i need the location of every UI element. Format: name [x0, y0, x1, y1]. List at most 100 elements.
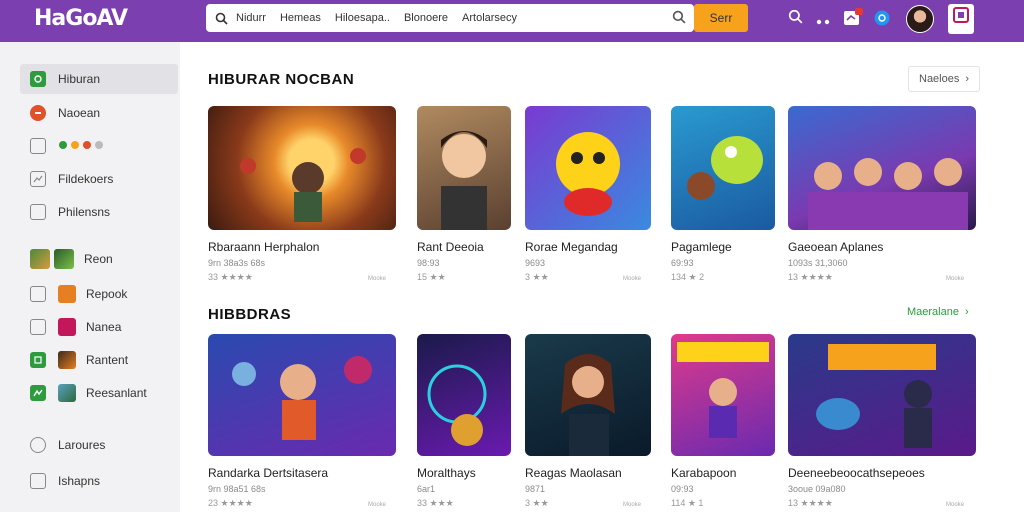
help-icon[interactable] — [874, 10, 890, 31]
app-meta: 9871 — [525, 484, 546, 494]
search-term[interactable]: Nidurr — [236, 12, 266, 24]
app-thumbnail — [208, 106, 396, 230]
sidebar-item-hiburan[interactable]: Hiburan — [20, 64, 178, 94]
search-term[interactable]: Artolarsecy — [462, 12, 517, 24]
app-name: Pagamlege — [671, 240, 732, 254]
app-name: Rorae Megandag — [525, 240, 618, 254]
media-icon — [30, 319, 46, 335]
more-icon[interactable] — [816, 13, 830, 31]
puzzle-icon — [30, 385, 46, 401]
app-rating: 15 ★★ — [417, 272, 446, 282]
search-submit-icon[interactable] — [672, 10, 686, 29]
notification-icon[interactable] — [843, 8, 863, 33]
search-term[interactable]: Hemeas — [280, 12, 321, 24]
search-button[interactable]: Serr — [694, 4, 748, 32]
sidebar-item-label: Laroures — [58, 438, 106, 452]
app-meta: 6ar1 — [417, 484, 436, 494]
app-name: Gaeoean Aplanes — [788, 240, 884, 254]
color-dots — [58, 139, 106, 153]
apps-icon[interactable] — [948, 4, 974, 34]
settings-icon — [30, 437, 46, 453]
app-card[interactable]: Karabapoon 09:93 114 ★ 1 — [671, 334, 775, 510]
app-thumbnail — [417, 334, 511, 456]
app-rating: 23 ★★★★ — [208, 498, 253, 508]
app-tag: Mooke — [368, 502, 387, 508]
app-rating: 134 ★ 2 — [671, 272, 705, 282]
sidebar-item-label: Reesanlant — [86, 386, 147, 400]
app-thumbnail — [525, 106, 651, 230]
app-name: Randarka Dertsitasera — [208, 466, 329, 480]
image-icon — [30, 171, 46, 187]
user-avatar[interactable] — [906, 5, 934, 33]
app-card[interactable]: Rorae Megandag 9693 3 ★★ Mooke — [525, 106, 651, 286]
sidebar-item-repook[interactable]: Repook — [20, 279, 178, 309]
app-name: Reagas Maolasan — [525, 466, 622, 480]
app-meta: 09:93 — [671, 484, 694, 494]
search-term[interactable]: Blonoere — [404, 12, 448, 24]
search-icon[interactable] — [788, 9, 803, 29]
sidebar: Hiburan Naoean Fildekoers Philensns Reon… — [0, 42, 180, 512]
app-thumb-icon — [58, 351, 76, 369]
app-card[interactable]: Pagamlege 69:93 134 ★ 2 — [671, 106, 775, 286]
search-term[interactable]: Hiloesapa.. — [335, 12, 390, 24]
sidebar-item-label: Naoean — [58, 106, 101, 120]
sidebar-item-label: Hiburan — [58, 72, 101, 86]
thumb-icon — [30, 249, 50, 269]
sidebar-item-rantent[interactable]: Rantent — [20, 345, 178, 375]
see-more-button[interactable]: Naeloes › — [908, 66, 981, 92]
app-meta: 69:93 — [671, 258, 694, 268]
app-icon — [30, 352, 46, 368]
sidebar-item-fildekoers[interactable]: Fildekoers — [20, 164, 178, 194]
app-meta: 9rn 98a51 68s — [208, 484, 266, 494]
app-card[interactable]: Rant Deeoia 98:93 15 ★★ — [417, 106, 511, 286]
book-icon — [30, 286, 46, 302]
app-thumbnail — [525, 334, 651, 456]
app-thumbnail — [671, 106, 775, 230]
app-name: Rbaraann Herphalon — [208, 240, 320, 254]
app-rating: 114 ★ 1 — [671, 498, 704, 508]
app-card[interactable]: Deeneebeoocathsepeoes 3ooue 09a080 13 ★★… — [788, 334, 976, 510]
app-logo[interactable]: HaGoAV — [34, 6, 128, 31]
app-card[interactable]: Reagas Maolasan 9871 3 ★★ Mooke — [525, 334, 651, 510]
chevron-right-icon: › — [964, 306, 969, 318]
app-card[interactable]: Randarka Dertsitasera 9rn 98a51 68s 23 ★… — [208, 334, 396, 510]
search-icon — [206, 12, 236, 25]
app-rating: 3 ★★ — [525, 498, 549, 508]
sidebar-item-reon[interactable]: Reon — [20, 244, 178, 274]
see-more-button[interactable]: Maeralane › — [907, 306, 969, 318]
app-name: Deeneebeoocathsepeoes — [788, 466, 925, 480]
app-meta: 1093s 31,3060 — [788, 258, 848, 268]
app-thumbnail — [208, 334, 396, 456]
app-rating: 33 ★★★ — [417, 498, 454, 508]
app-card[interactable]: Moralthays 6ar1 33 ★★★ — [417, 334, 511, 510]
sidebar-item-label: Philensns — [58, 205, 111, 219]
app-rating: 33 ★★★★ — [208, 272, 253, 282]
sidebar-item-grid[interactable] — [20, 131, 178, 161]
sidebar-item-laroures[interactable]: Laroures — [20, 430, 178, 460]
section-title: HIBURAR NOCBAN — [208, 71, 355, 88]
app-card[interactable]: Gaeoean Aplanes 1093s 31,3060 13 ★★★★ Mo… — [788, 106, 976, 286]
sidebar-item-nanea[interactable]: Nanea — [20, 312, 178, 342]
chat-icon — [30, 204, 46, 220]
app-name: Rant Deeoia — [417, 240, 484, 254]
info-icon — [30, 473, 46, 489]
app-card[interactable]: Rbaraann Herphalon 9rn 38a3s 68s 33 ★★★★… — [208, 106, 396, 286]
chevron-right-icon: › — [965, 73, 970, 85]
grid-icon — [30, 138, 46, 154]
app-tag: Mooke — [623, 502, 642, 508]
sidebar-item-ishapns[interactable]: Ishapns — [20, 466, 178, 496]
app-meta: 3ooue 09a080 — [788, 484, 846, 494]
thumb-icon — [54, 249, 74, 269]
sidebar-item-label: Ishapns — [58, 474, 101, 488]
sidebar-item-label: Repook — [86, 287, 128, 301]
game-icon — [30, 71, 46, 87]
sidebar-item-reesanlant[interactable]: Reesanlant — [20, 378, 178, 408]
app-tag: Mooke — [623, 276, 642, 282]
app-rating: 13 ★★★★ — [788, 272, 833, 282]
sidebar-item-philensns[interactable]: Philensns — [20, 197, 178, 227]
app-meta: 9rn 38a3s 68s — [208, 258, 266, 268]
app-thumbnail — [417, 106, 511, 230]
dot-icon — [30, 105, 46, 121]
search-bar[interactable]: Nidurr Hemeas Hiloesapa.. Blonoere Artol… — [206, 4, 694, 32]
sidebar-item-naoean[interactable]: Naoean — [20, 98, 178, 128]
